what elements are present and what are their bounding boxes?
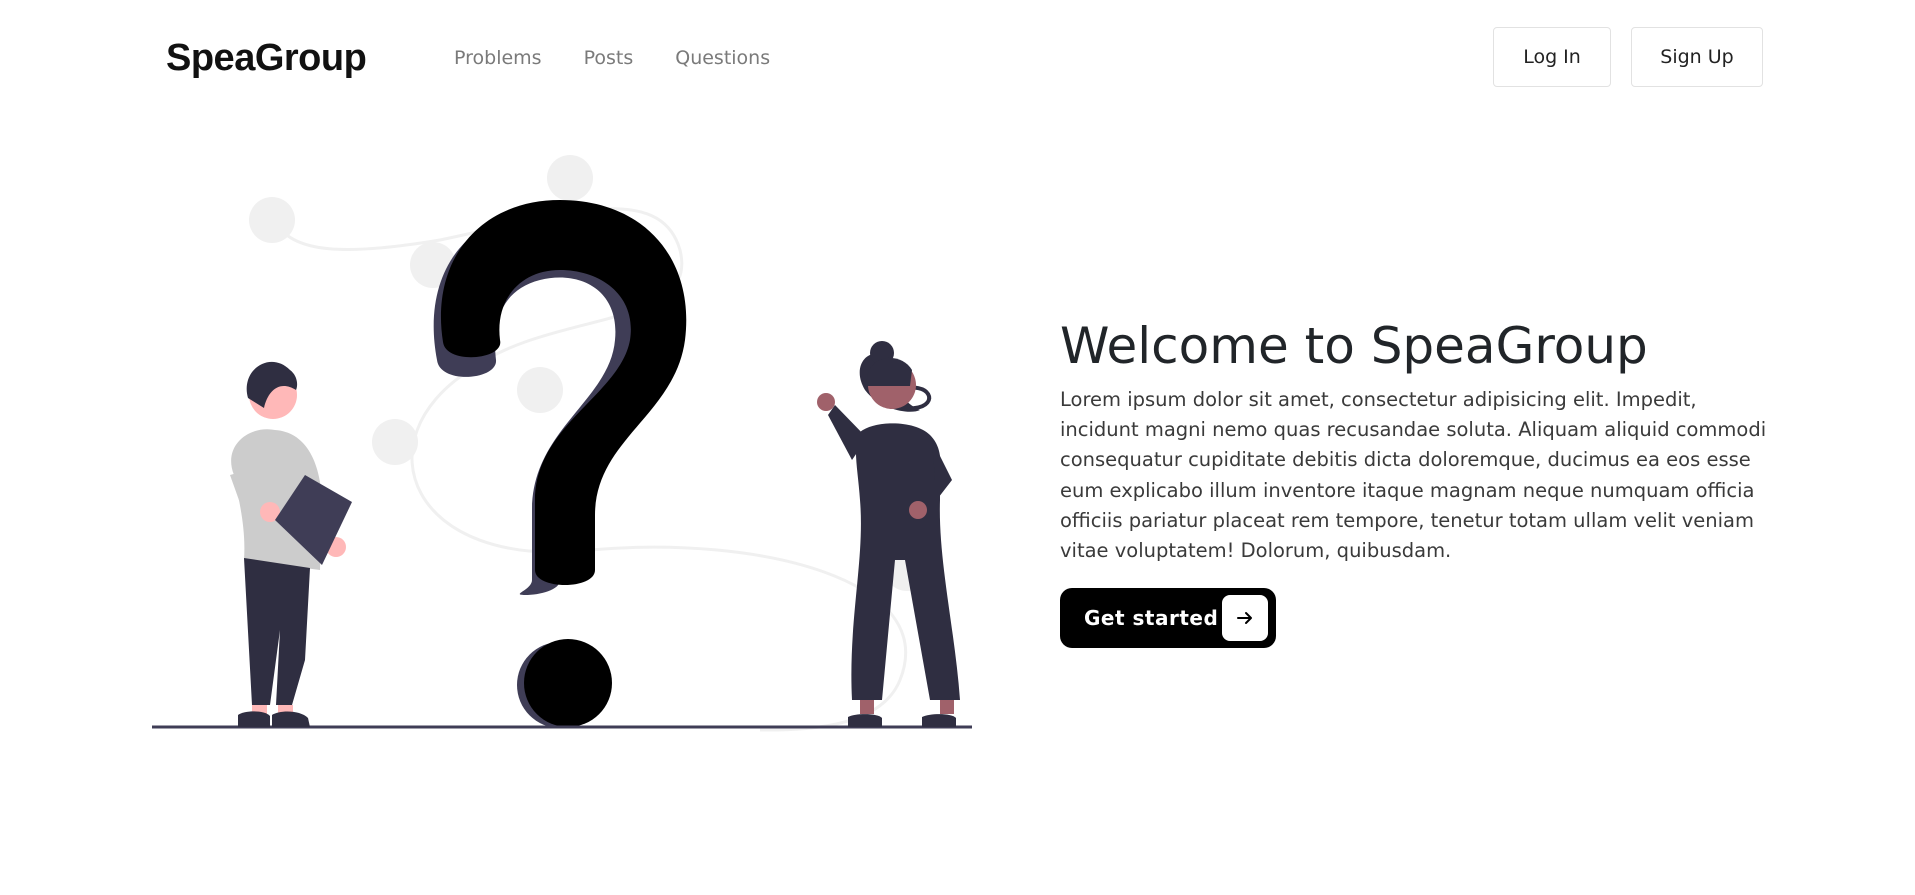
decor-circle	[547, 155, 593, 201]
hero-illustration	[140, 140, 980, 740]
nav-links: Problems Posts Questions	[454, 46, 770, 70]
get-started-label: Get started	[1084, 606, 1219, 631]
nav-actions: Log In Sign Up	[1493, 27, 1763, 87]
question-people-illustration	[152, 155, 972, 732]
decor-circle	[249, 197, 295, 243]
get-started-button[interactable]: Get started	[1060, 588, 1276, 649]
brand-logo[interactable]: SpeaGroup	[166, 34, 367, 82]
decor-circle	[372, 419, 418, 465]
nav-link-posts[interactable]: Posts	[584, 46, 634, 70]
login-button[interactable]: Log In	[1493, 27, 1611, 87]
decor-circle	[517, 367, 563, 413]
person-left	[230, 361, 352, 727]
hero-title: Welcome to SpeaGroup	[1060, 317, 1648, 375]
person-right	[817, 341, 960, 727]
question-dot	[524, 639, 612, 727]
question-mark	[440, 200, 687, 585]
nav-link-problems[interactable]: Problems	[454, 46, 542, 70]
hero-section: Welcome to SpeaGroup Lorem ipsum dolor s…	[1060, 315, 1780, 649]
signup-button[interactable]: Sign Up	[1631, 27, 1763, 87]
arrow-right-icon	[1222, 595, 1268, 642]
navbar: SpeaGroup Problems Posts Questions Log I…	[0, 0, 1915, 118]
nav-link-questions[interactable]: Questions	[675, 46, 770, 70]
hero-description: Lorem ipsum dolor sit amet, consectetur …	[1060, 388, 1767, 563]
